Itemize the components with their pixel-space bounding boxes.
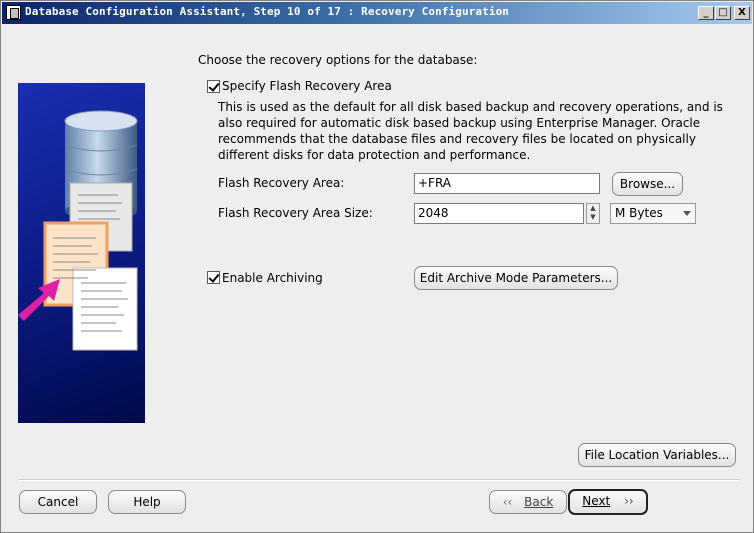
window-title: Database Configuration Assistant, Step 1…	[25, 5, 510, 18]
size-spinner[interactable]: ▲ ▼	[586, 203, 600, 224]
pointer-arrow-icon	[18, 279, 60, 321]
specify-flash-label[interactable]: Specify Flash Recovery Area	[222, 79, 392, 93]
close-button[interactable]: X	[734, 6, 750, 20]
spin-down-icon[interactable]: ▼	[587, 213, 599, 222]
next-button[interactable]: Next ››	[568, 489, 648, 515]
minimize-button[interactable]: _	[698, 6, 714, 20]
edit-archive-params-button[interactable]: Edit Archive Mode Parameters...	[414, 266, 618, 290]
document-stack-icon	[43, 182, 138, 351]
size-unit-select[interactable]: M Bytes	[610, 203, 696, 224]
maximize-button[interactable]: □	[715, 6, 731, 20]
footer-divider	[19, 479, 739, 481]
intro-text: Choose the recovery options for the data…	[198, 53, 478, 67]
specify-flash-checkbox[interactable]	[207, 80, 220, 93]
enable-archiving-checkbox[interactable]	[207, 271, 220, 284]
flash-area-label: Flash Recovery Area:	[218, 176, 345, 190]
flash-size-label: Flash Recovery Area Size:	[218, 206, 373, 220]
size-unit-value: M Bytes	[615, 206, 663, 220]
cancel-button[interactable]: Cancel	[19, 490, 97, 514]
app-icon[interactable]	[6, 5, 21, 20]
enable-archiving-label[interactable]: Enable Archiving	[222, 271, 323, 285]
browse-button[interactable]: Browse...	[612, 172, 683, 196]
dialog-window: Database Configuration Assistant, Step 1…	[0, 0, 754, 533]
help-button[interactable]: Help	[108, 490, 186, 514]
next-button-label: Next	[582, 494, 611, 508]
back-button-label: Back	[524, 495, 554, 509]
file-location-variables-button[interactable]: File Location Variables...	[578, 443, 736, 467]
back-button[interactable]: ‹‹ Back	[489, 490, 567, 514]
illustration-graphic	[18, 110, 138, 351]
dialog-content: Choose the recovery options for the data…	[2, 24, 752, 532]
spin-up-icon[interactable]: ▲	[587, 204, 599, 213]
flash-area-input[interactable]: +FRA	[414, 173, 600, 194]
chevron-left-icon: ‹‹	[502, 495, 513, 509]
flash-size-input[interactable]: 2048	[414, 203, 584, 224]
dropdown-arrow-icon[interactable]	[683, 211, 691, 216]
title-bar[interactable]: Database Configuration Assistant, Step 1…	[2, 2, 752, 24]
illustration-panel	[18, 83, 145, 423]
flash-description: This is used as the default for all disk…	[218, 100, 723, 162]
chevron-right-icon: ››	[624, 494, 634, 508]
